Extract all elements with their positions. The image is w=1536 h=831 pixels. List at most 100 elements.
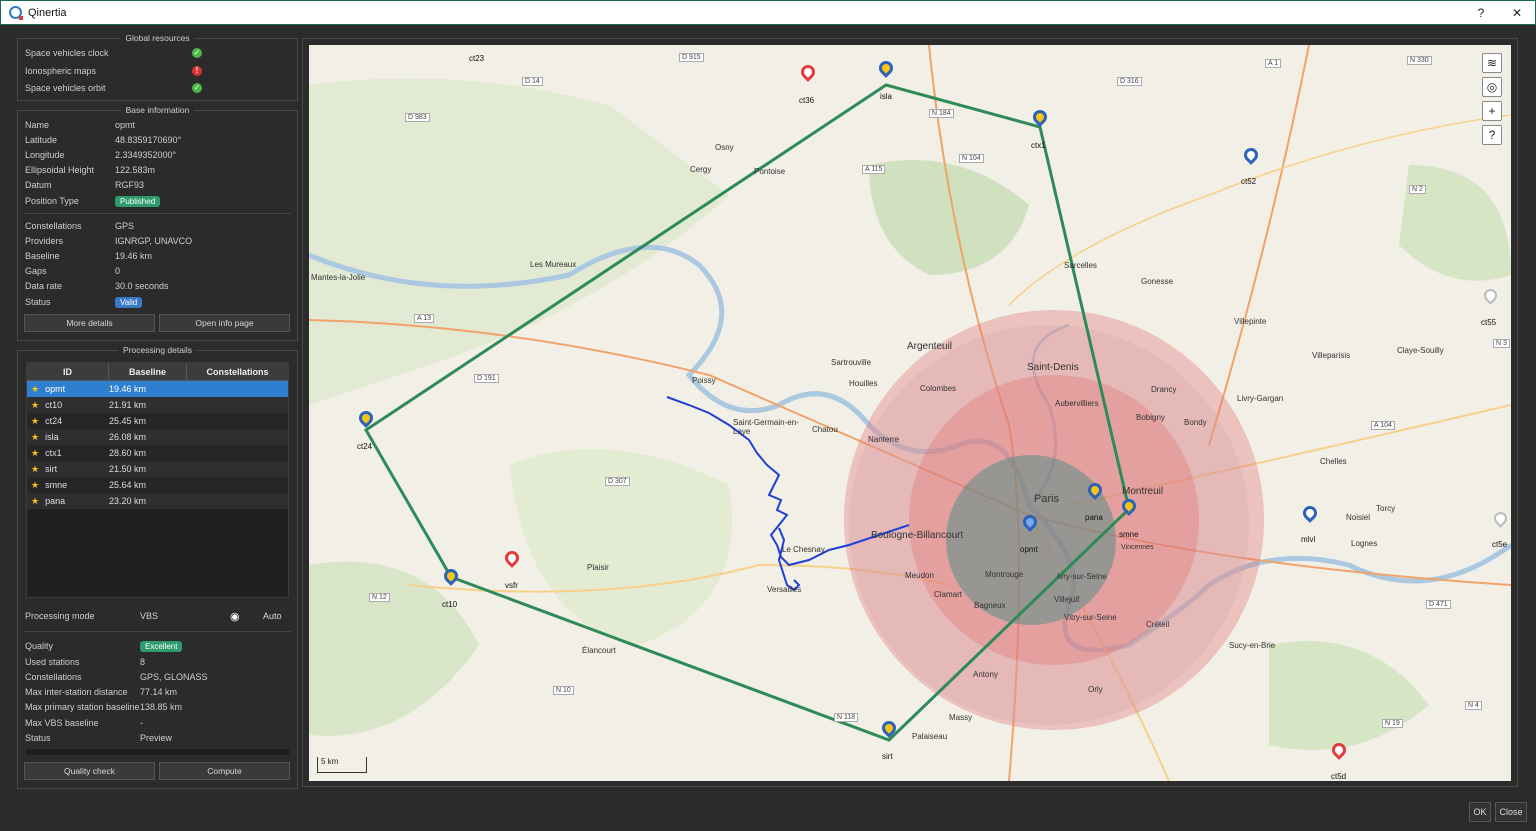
field-label: Providers — [25, 236, 64, 246]
place-label: Colombes — [920, 384, 957, 393]
station-label[interactable]: ct24 — [357, 442, 372, 451]
station-baseline: 28.60 km — [109, 448, 147, 458]
station-label[interactable]: ctx1 — [1031, 141, 1046, 150]
table-row[interactable]: ★ ctx1 28.60 km — [27, 445, 288, 461]
station-label[interactable]: smne — [1119, 530, 1139, 539]
map-help-button[interactable]: ? — [1482, 125, 1502, 145]
place-label: Poissy — [692, 376, 716, 385]
place-label: Montreuil — [1122, 486, 1164, 497]
place-label: Chelles — [1320, 457, 1347, 466]
field-label: Position Type — [25, 196, 79, 206]
title-bar: Qinertia ? ✕ — [0, 0, 1536, 25]
quality-check-button[interactable]: Quality check — [24, 762, 155, 780]
close-window-button[interactable]: ✕ — [1504, 4, 1530, 22]
resource-label: Space vehicles orbit — [25, 83, 106, 93]
road-label: D 915 — [679, 53, 704, 62]
station-id: opmt — [45, 384, 66, 394]
place-label: Cergy — [690, 165, 712, 174]
station-label[interactable]: ct55 — [1481, 318, 1496, 327]
field-label: Max VBS baseline — [25, 718, 99, 728]
compute-button[interactable]: Compute — [159, 762, 290, 780]
road-label: D 307 — [605, 477, 630, 486]
open-info-page-button[interactable]: Open info page — [159, 314, 290, 332]
station-label[interactable]: ct23 — [469, 54, 484, 63]
station-label[interactable]: isla — [880, 92, 892, 101]
field-label: Ellipsoidal Height — [25, 165, 95, 175]
station-label[interactable]: opmt — [1020, 545, 1038, 554]
data-rate-value: 30.0 seconds — [115, 281, 169, 291]
scale-bar: 5 km — [317, 757, 367, 773]
place-label: Bondy — [1184, 418, 1207, 427]
layers-icon[interactable]: ≋ — [1482, 53, 1502, 73]
road-label: N 118 — [834, 713, 859, 722]
station-label[interactable]: mlvl — [1301, 535, 1315, 544]
place-label: Lognes — [1351, 539, 1378, 548]
station-baseline: 19.46 km — [109, 384, 147, 394]
station-label[interactable]: pana — [1085, 513, 1103, 522]
field-label: Latitude — [25, 135, 58, 145]
field-label: Constellations — [25, 221, 82, 231]
station-label[interactable]: ct5d — [1331, 772, 1346, 781]
field-label: Gaps — [25, 266, 47, 276]
locate-icon[interactable]: ◎ — [1482, 77, 1502, 97]
table-row[interactable]: ★ pana 23.20 km — [27, 493, 288, 509]
longitude-value: 2.3349352000° — [115, 150, 177, 160]
station-label[interactable]: ct36 — [799, 96, 814, 105]
constellations-value: GPS, GLONASS — [140, 672, 208, 682]
check-icon: ✓ — [192, 83, 202, 93]
more-details-button[interactable]: More details — [24, 314, 155, 332]
place-label: Osny — [715, 143, 734, 152]
processing-mode-value[interactable]: VBS — [140, 611, 158, 621]
processing-status-value: Preview — [140, 733, 173, 743]
station-label[interactable]: ct5e — [1492, 540, 1507, 549]
place-label: Mantes-la-Jolie — [311, 273, 366, 282]
field-label: Constellations — [25, 672, 82, 682]
field-label: Quality — [25, 641, 54, 651]
star-icon: ★ — [31, 479, 40, 490]
station-label[interactable]: sirt — [882, 752, 893, 761]
place-label: Nanterre — [868, 435, 900, 444]
inter-station-value: 77.14 km — [140, 687, 178, 697]
table-row[interactable]: ★ ct10 21.91 km — [27, 397, 288, 413]
road-label: A 1 — [1265, 59, 1282, 68]
place-label: Villeparisis — [1312, 351, 1351, 360]
zoom-in-button[interactable]: + — [1482, 101, 1502, 121]
road-label: N 184 — [929, 109, 954, 118]
quality-badge: Excellent — [140, 640, 183, 652]
base-info-title: Base information — [120, 105, 195, 115]
place-label: Massy — [949, 713, 973, 722]
place-label: Chatou — [812, 425, 838, 434]
ok-button[interactable]: OK — [1469, 802, 1491, 822]
table-row[interactable]: ★ sirt 21.50 km — [27, 461, 288, 477]
station-label[interactable]: ct52 — [1241, 177, 1256, 186]
eye-icon[interactable]: ◉ — [230, 610, 240, 623]
auto-label[interactable]: Auto — [263, 611, 282, 621]
road-label: N 2 — [1409, 185, 1426, 194]
resource-row: Ionospheric maps ! — [25, 64, 290, 78]
station-id: smne — [45, 480, 68, 490]
field-label: Max inter-station distance — [25, 687, 128, 697]
error-icon: ! — [192, 66, 202, 76]
table-row[interactable]: ★ opmt 19.46 km — [27, 381, 288, 397]
window-title: Qinertia — [28, 6, 67, 19]
table-row[interactable]: ★ ct24 25.45 km — [27, 413, 288, 429]
table-row[interactable]: ★ isla 26.08 km — [27, 429, 288, 445]
star-icon: ★ — [31, 495, 40, 506]
map-view[interactable]: Paris Saint-Denis Argenteuil Boulogne-Bi… — [309, 45, 1511, 781]
column-header[interactable]: ID — [27, 363, 109, 380]
field-label: Status — [25, 733, 51, 743]
column-header[interactable]: Constellations — [187, 363, 288, 380]
field-label: Datum — [25, 180, 52, 190]
station-label[interactable]: ct10 — [442, 600, 457, 609]
station-label[interactable]: vsfr — [505, 581, 518, 590]
resource-label: Ionospheric maps — [25, 66, 97, 76]
star-icon: ★ — [31, 463, 40, 474]
table-row[interactable]: ★ smne 25.64 km — [27, 477, 288, 493]
help-button[interactable]: ? — [1468, 4, 1494, 22]
close-button[interactable]: Close — [1495, 802, 1527, 822]
column-header[interactable]: Baseline — [109, 363, 187, 380]
place-label: Saint-Germain-en-Laye — [733, 418, 799, 436]
field-label: Processing mode — [25, 611, 95, 621]
global-resources-title: Global resources — [120, 33, 195, 43]
road-label: D 983 — [405, 113, 430, 122]
